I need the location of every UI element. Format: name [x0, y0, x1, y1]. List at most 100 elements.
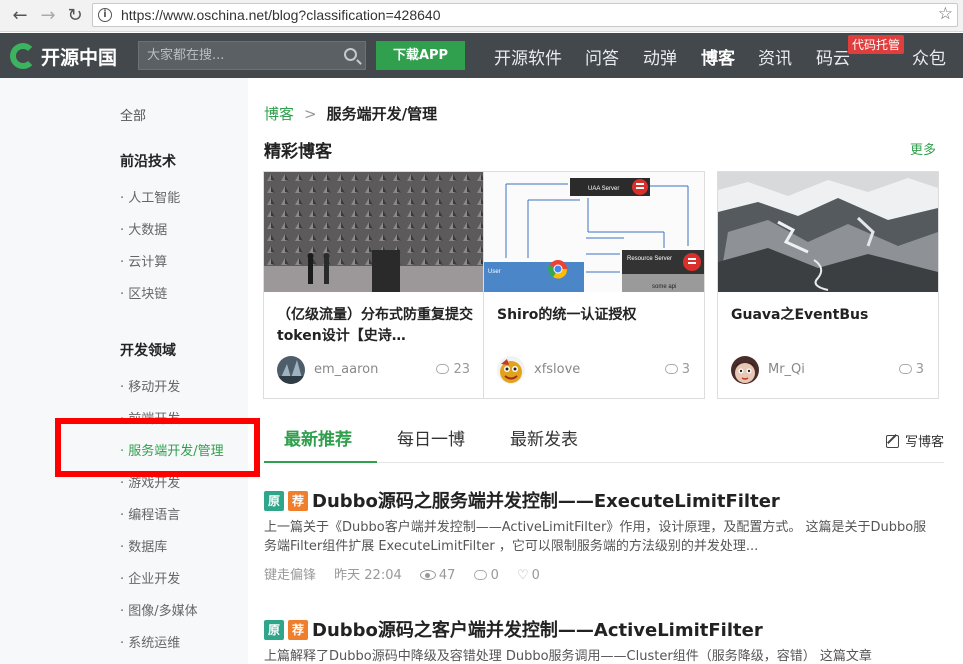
- comment-count: 23: [436, 362, 470, 377]
- sidebar-item-media[interactable]: · 图像/多媒体: [120, 600, 198, 619]
- sidebar-item-bigdata[interactable]: · 大数据: [120, 219, 167, 238]
- comment-count-value: 23: [453, 362, 470, 377]
- comment-icon: [436, 364, 450, 374]
- list-item: 原荐 Dubbo源码之服务端并发控制——ExecuteLimitFilter 上一…: [264, 487, 944, 583]
- avatar[interactable]: [277, 356, 305, 384]
- address-bar[interactable]: i https://www.oschina.net/blog?classific…: [92, 3, 958, 27]
- heart-icon: ♡: [517, 568, 529, 583]
- sidebar-item-all[interactable]: 全部: [120, 105, 146, 124]
- post-title-row: 原荐 Dubbo源码之客户端并发控制——ActiveLimitFilter: [264, 616, 944, 642]
- search-input[interactable]: [139, 42, 339, 69]
- reload-icon[interactable]: ↻: [63, 4, 87, 28]
- active-tab-indicator: [264, 461, 377, 463]
- breadcrumb: 博客 > 服务端开发/管理: [264, 103, 437, 124]
- sidebar-group-dev: 开发领域: [120, 343, 176, 359]
- sidebar-item-ops[interactable]: · 系统运维: [120, 632, 180, 651]
- breadcrumb-blog-link[interactable]: 博客: [264, 105, 294, 123]
- sidebar-item-enterprise[interactable]: · 企业开发: [120, 568, 180, 587]
- featured-card[interactable]: （亿级流量）分布式防重复提交token设计【史诗… em_aaron 23: [263, 171, 485, 399]
- comment-count: 3: [898, 362, 924, 377]
- back-icon[interactable]: ←: [8, 4, 32, 28]
- comment-icon: [664, 364, 678, 374]
- search-icon[interactable]: [344, 48, 357, 61]
- post-title[interactable]: Dubbo源码之客户端并发控制——ActiveLimitFilter: [312, 620, 763, 641]
- author-name[interactable]: xfslove: [534, 362, 580, 377]
- card-title[interactable]: Guava之EventBus: [731, 305, 927, 326]
- eye-icon: [419, 570, 436, 580]
- post-title[interactable]: Dubbo源码之服务端并发控制——ExecuteLimitFilter: [312, 491, 780, 512]
- breadcrumb-separator: >: [304, 105, 317, 123]
- sidebar-group-frontier: 前沿技术: [120, 154, 176, 170]
- featured-title: 精彩博客: [264, 142, 332, 162]
- nav-qa[interactable]: 问答: [585, 44, 619, 69]
- write-blog-button[interactable]: 写博客: [885, 431, 944, 450]
- post-summary: 上一篇关于《Dubbo客户端并发控制——ActiveLimitFilter》作用…: [264, 520, 927, 554]
- post-title-row: 原荐 Dubbo源码之服务端并发控制——ExecuteLimitFilter: [264, 487, 944, 513]
- sidebar-item-database[interactable]: · 数据库: [120, 536, 167, 555]
- sidebar-item-ai[interactable]: · 人工智能: [120, 187, 180, 206]
- diagram-label-api: some api: [652, 284, 676, 290]
- comments-value: 0: [490, 568, 499, 583]
- write-blog-label: 写博客: [904, 435, 944, 450]
- original-badge: 原: [264, 620, 284, 640]
- diagram-label-user: User: [488, 269, 501, 275]
- views-value: 47: [438, 568, 456, 583]
- comment-icon: [898, 364, 912, 374]
- brand-name: 开源中国: [41, 47, 118, 69]
- edit-icon: [885, 435, 899, 448]
- breadcrumb-current: 服务端开发/管理: [326, 105, 438, 123]
- comment-icon: [473, 570, 487, 580]
- logo-icon: [10, 43, 36, 69]
- sidebar-item-language[interactable]: · 编程语言: [120, 504, 180, 523]
- comment-count-value: 3: [915, 362, 924, 377]
- list-item: 原荐 Dubbo源码之客户端并发控制——ActiveLimitFilter 上篇解…: [264, 616, 944, 664]
- forward-icon[interactable]: →: [36, 4, 60, 28]
- comment-count-value: 3: [681, 362, 690, 377]
- likes-value: 0: [531, 568, 540, 583]
- download-app-button[interactable]: 下载APP: [376, 41, 465, 70]
- diagram-label-resource: Resource Server: [627, 256, 672, 262]
- sidebar-item-cloud[interactable]: · 云计算: [120, 251, 167, 270]
- post-meta: 键走偏锋 昨天 22:04 47 0 ♡ 0: [264, 564, 944, 583]
- search-box: [138, 41, 366, 70]
- author-name[interactable]: em_aaron: [314, 362, 378, 377]
- post-views: 47: [419, 568, 456, 583]
- nav-gitee[interactable]: 码云: [816, 44, 850, 69]
- card-title[interactable]: Shiro的统一认证授权: [497, 305, 693, 326]
- nav-zb[interactable]: 众包: [912, 44, 946, 69]
- url-text[interactable]: https://www.oschina.net/blog?classificat…: [121, 7, 440, 23]
- original-badge: 原: [264, 491, 284, 511]
- sidebar-item-mobile[interactable]: · 移动开发: [120, 376, 180, 395]
- post-likes[interactable]: ♡ 0: [517, 568, 540, 583]
- post-summary: 上篇解释了Dubbo源码中降级及容错处理 Dubbo服务调用——Cluster组…: [264, 649, 872, 664]
- recommended-badge: 荐: [288, 491, 308, 511]
- more-link[interactable]: 更多: [910, 139, 936, 158]
- code-hosting-badge[interactable]: 代码托管: [848, 35, 905, 54]
- card-image: [264, 172, 484, 292]
- nav-blog[interactable]: 博客: [701, 44, 735, 69]
- diagram-label-uaa: UAA Server: [588, 186, 619, 192]
- site-info-icon[interactable]: i: [98, 8, 112, 22]
- comment-count: 3: [664, 362, 690, 377]
- featured-card[interactable]: UAA Server Resource Server some api User: [483, 171, 705, 399]
- nav-news[interactable]: 资讯: [758, 44, 792, 69]
- card-title[interactable]: （亿级流量）分布式防重复提交token设计【史诗…: [277, 305, 473, 347]
- tab-latest-published[interactable]: 最新发表: [510, 425, 578, 450]
- post-comments: 0: [473, 568, 499, 583]
- site-header: 开源中国 下载APP 开源软件 问答 动弹 博客 资讯 码云 代码托管 众包: [0, 33, 963, 78]
- author-name[interactable]: Mr_Qi: [768, 362, 805, 377]
- featured-card[interactable]: Guava之EventBus Mr_Qi 3: [717, 171, 939, 399]
- red-highlight-annotation: [55, 418, 260, 477]
- post-author[interactable]: 键走偏锋: [264, 568, 316, 583]
- avatar[interactable]: [497, 356, 525, 384]
- nav-tweet[interactable]: 动弹: [643, 44, 677, 69]
- nav-open-source[interactable]: 开源软件: [494, 44, 562, 69]
- card-image: UAA Server Resource Server some api User: [484, 172, 704, 292]
- tab-daily-blog[interactable]: 每日一博: [397, 425, 465, 450]
- tab-latest-recommended[interactable]: 最新推荐: [284, 425, 352, 450]
- post-time: 昨天 22:04: [334, 568, 402, 583]
- bookmark-star-icon[interactable]: ☆: [938, 4, 953, 24]
- sidebar-item-blockchain[interactable]: · 区块链: [120, 283, 167, 302]
- recommended-badge: 荐: [288, 620, 308, 640]
- avatar[interactable]: [731, 356, 759, 384]
